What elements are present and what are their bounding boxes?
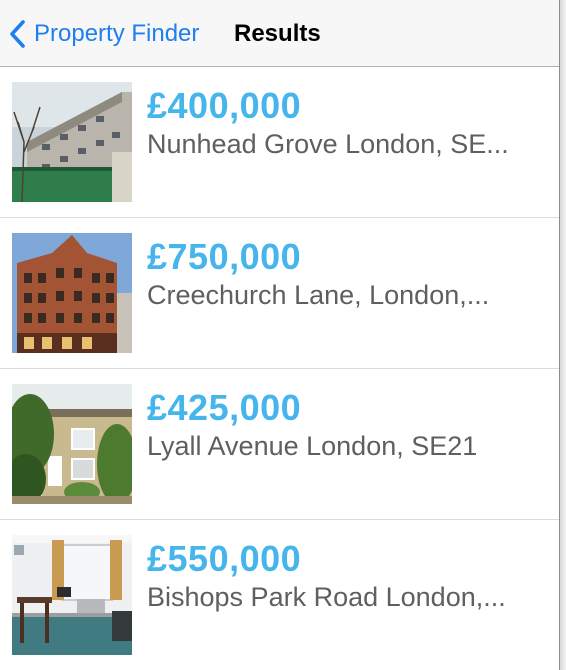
list-item[interactable]: £750,000 Creechurch Lane, London,... (0, 218, 559, 369)
page-title: Results (234, 20, 321, 47)
property-photo (12, 384, 132, 504)
chevron-left-icon (8, 19, 26, 49)
listing-price: £400,000 (147, 85, 302, 126)
listing-price: £550,000 (147, 538, 302, 579)
list-item[interactable]: £400,000 Nunhead Grove London, SE... (0, 67, 559, 218)
listing-address: Lyall Avenue London, SE21 (147, 431, 478, 461)
listing-price: £425,000 (147, 387, 302, 428)
list-item[interactable]: £425,000 Lyall Avenue London, SE21 (0, 369, 559, 520)
listing-address: Nunhead Grove London, SE... (147, 129, 509, 159)
property-photo (12, 233, 132, 353)
panel-edge-shadow (560, 0, 566, 670)
property-photo (12, 82, 132, 202)
navigation-bar: Property Finder Results (0, 0, 559, 67)
listing-address: Bishops Park Road London,... (147, 582, 506, 612)
results-list: £400,000 Nunhead Grove London, SE... £75… (0, 67, 559, 670)
list-item[interactable]: £550,000 Bishops Park Road London,... (0, 520, 559, 670)
listing-price: £750,000 (147, 236, 302, 277)
listing-address: Creechurch Lane, London,... (147, 280, 490, 310)
property-photo (12, 535, 132, 655)
app-screen: Property Finder Results £400,000 Nunhead… (0, 0, 566, 670)
back-button-label: Property Finder (34, 20, 200, 47)
back-button[interactable]: Property Finder (8, 18, 199, 50)
